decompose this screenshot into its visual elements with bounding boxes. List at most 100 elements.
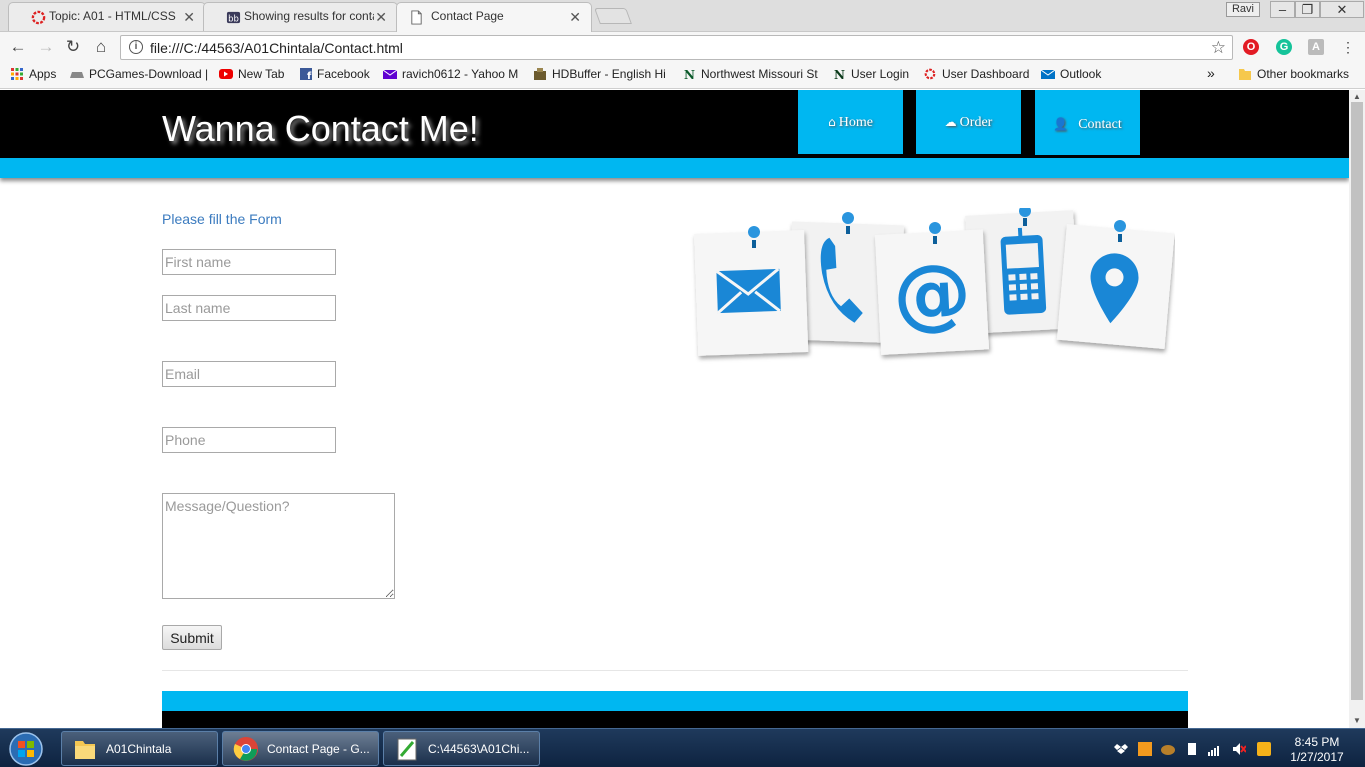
outlook-icon	[1041, 69, 1055, 79]
scroll-up-icon[interactable]: ▲	[1353, 92, 1361, 101]
system-clock[interactable]: 8:45 PM 1/27/2017	[1280, 735, 1354, 765]
svg-text:f: f	[307, 71, 312, 80]
profile-button[interactable]: Ravi	[1226, 2, 1260, 17]
scroll-down-icon[interactable]: ▼	[1353, 716, 1361, 725]
taskbar-folder[interactable]: A01Chintala	[61, 731, 218, 766]
last-name-field[interactable]	[162, 295, 336, 321]
bookmark-label: Northwest Missouri St	[701, 67, 818, 81]
taskbar-label: Contact Page - G...	[267, 742, 370, 756]
volume-muted-icon[interactable]	[1232, 742, 1246, 756]
user-icon: 👤	[1053, 117, 1069, 131]
bookmark-outlook[interactable]: Outlook	[1041, 67, 1111, 83]
notepad-plus-icon	[397, 738, 417, 761]
taskbar-label: A01Chintala	[106, 742, 172, 756]
northwest-n-icon: N	[834, 68, 845, 80]
submit-button[interactable]: Submit	[162, 625, 222, 650]
taskbar-notepadpp[interactable]: C:\44563\A01Chi...	[383, 731, 540, 766]
bookmark-facebook[interactable]: f Facebook	[300, 67, 378, 83]
url-text: file:///C:/44563/A01Chintala/Contact.htm…	[150, 40, 403, 56]
opera-icon[interactable]: O	[1243, 39, 1259, 55]
home-icon[interactable]: ⌂	[91, 37, 111, 57]
contact-illustration: @	[694, 208, 1175, 356]
first-name-field[interactable]	[162, 249, 336, 275]
svg-text:@: @	[891, 247, 974, 341]
form-heading: Please fill the Form	[162, 211, 282, 227]
info-icon[interactable]: i	[129, 40, 143, 54]
folder-icon	[1239, 69, 1251, 80]
bookmark-label: Facebook	[317, 67, 370, 81]
pdf-extension-icon[interactable]: A	[1308, 39, 1324, 55]
maximize-icon[interactable]: ❐	[1295, 1, 1320, 18]
email-field[interactable]	[162, 361, 336, 387]
wifi-signal-icon[interactable]	[1208, 742, 1222, 756]
tab-contact-page[interactable]: Contact Page ✕	[396, 2, 592, 32]
nav-label: Home	[838, 115, 873, 130]
bookmark-new-tab[interactable]: New Tab	[219, 67, 294, 83]
app-tray-icon[interactable]	[1138, 742, 1152, 756]
other-bookmarks[interactable]: Other bookmarks	[1238, 67, 1358, 83]
bookmark-yahoo-mail[interactable]: ravich0612 - Yahoo M	[383, 67, 523, 83]
close-icon[interactable]: ✕	[375, 9, 387, 26]
chrome-icon	[233, 737, 258, 761]
start-button[interactable]	[4, 731, 48, 767]
scrollbar-thumb[interactable]	[1351, 102, 1363, 700]
footer-bar	[162, 711, 1188, 728]
nav-label: Contact	[1078, 117, 1122, 132]
browser-tab-strip: Topic: A01 - HTML/CSS ✕ bb Showing resul…	[0, 0, 1365, 32]
close-window-icon[interactable]: ✕	[1320, 1, 1364, 18]
bookmark-pcgames[interactable]: PCGames-Download |	[70, 67, 210, 83]
minimize-icon[interactable]: –	[1270, 1, 1295, 18]
reload-icon[interactable]: ↻	[63, 37, 83, 57]
usb-icon[interactable]	[1185, 742, 1199, 756]
clock-date: 1/27/2017	[1290, 750, 1344, 764]
svg-text:N: N	[684, 68, 695, 80]
bookmark-user-dashboard[interactable]: User Dashboard	[923, 67, 1035, 83]
menu-icon[interactable]: ⋮	[1338, 37, 1358, 57]
bookmark-northwest[interactable]: N Northwest Missouri St	[684, 67, 824, 83]
bookmark-label: User Login	[851, 67, 910, 81]
windows-taskbar: A01Chintala Contact Page - G... C:\44563…	[0, 728, 1365, 767]
bookmark-user-login[interactable]: N User Login	[834, 67, 916, 83]
grammarly-icon[interactable]: G	[1276, 39, 1292, 55]
nav-label: Order	[959, 115, 993, 130]
northwest-n-icon: N	[684, 68, 695, 80]
tab-topic-a01[interactable]: Topic: A01 - HTML/CSS ✕	[8, 2, 206, 31]
bookmark-label: ravich0612 - Yahoo M	[402, 67, 519, 81]
nav-order[interactable]: ☁ Order	[916, 90, 1021, 154]
new-tab-button[interactable]	[594, 8, 632, 24]
bookmark-apps[interactable]: Apps	[10, 67, 65, 83]
close-icon[interactable]: ✕	[569, 9, 581, 26]
address-bar[interactable]: i file:///C:/44563/A01Chintala/Contact.h…	[120, 35, 1233, 60]
nav-contact[interactable]: 👤 Contact	[1035, 90, 1140, 155]
taskbar-label: C:\44563\A01Chi...	[428, 742, 530, 756]
blackboard-icon: bb	[226, 11, 241, 23]
mail-note	[694, 230, 809, 356]
nav-home[interactable]: ⌂ Home	[798, 90, 903, 154]
bookmark-label: PCGames-Download |	[89, 67, 209, 81]
red-ring-icon	[31, 10, 46, 25]
document-icon	[411, 10, 422, 25]
phone-field[interactable]	[162, 427, 336, 453]
more-bookmarks-button[interactable]: »	[1207, 65, 1221, 81]
close-icon[interactable]: ✕	[183, 9, 195, 26]
network-tray-icon[interactable]	[1161, 742, 1175, 756]
svg-text:N: N	[834, 68, 845, 80]
bookmark-label: Other bookmarks	[1257, 67, 1350, 81]
message-field[interactable]	[162, 493, 395, 599]
bookmark-hdbuffer[interactable]: HDBuffer - English Hi	[533, 67, 673, 83]
browser-toolbar: ← → ↻ ⌂ i file:///C:/44563/A01Chintala/C…	[0, 32, 1365, 62]
tab-title: Topic: A01 - HTML/CSS	[49, 9, 176, 23]
shield-icon[interactable]	[1257, 742, 1271, 756]
vertical-scrollbar[interactable]: ▲ ▼	[1349, 90, 1365, 728]
bookmark-label: New Tab	[238, 67, 285, 81]
dropbox-icon[interactable]	[1114, 742, 1128, 756]
tab-showing-results[interactable]: bb Showing results for conta ✕	[203, 2, 398, 31]
clock-time: 8:45 PM	[1294, 735, 1340, 749]
bookmark-star-icon[interactable]: ☆	[1211, 38, 1226, 58]
taskbar-chrome[interactable]: Contact Page - G...	[222, 731, 379, 766]
back-icon[interactable]: ←	[8, 37, 28, 57]
footer-accent-stripe	[162, 691, 1188, 711]
bookmark-label: HDBuffer - English Hi	[552, 67, 666, 81]
forward-icon[interactable]: →	[36, 37, 56, 57]
facebook-icon: f	[300, 68, 312, 80]
